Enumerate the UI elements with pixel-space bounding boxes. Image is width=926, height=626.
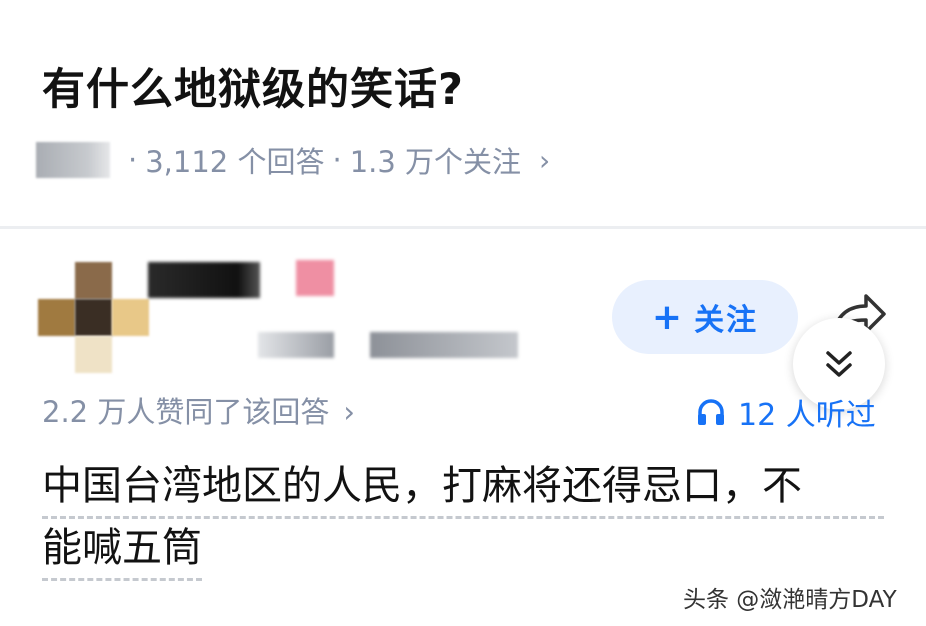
avatar-pixel xyxy=(75,336,112,373)
watermark: 头条 @潋滟晴方DAY xyxy=(683,587,897,613)
blurred-topic xyxy=(36,142,110,178)
avatar-pixel xyxy=(112,299,149,336)
chevron-right-icon: › xyxy=(539,143,551,177)
avatar-pixel xyxy=(75,262,112,299)
avatar-pixel xyxy=(38,299,75,336)
author-badge-blurred xyxy=(296,260,334,296)
section-divider xyxy=(0,226,926,229)
headphones-icon xyxy=(698,399,724,425)
question-title[interactable]: 有什么地狱级的笑话? xyxy=(42,60,464,120)
answer-body-line[interactable]: 能喊五筒 xyxy=(42,520,202,581)
listen-count: 12 人听过 xyxy=(738,398,876,433)
author-name-blurred[interactable] xyxy=(148,262,260,298)
chevron-right-icon: › xyxy=(343,395,355,429)
answer-count: 3,112 个回答 xyxy=(145,145,325,179)
avatar-pixel xyxy=(75,299,112,336)
separator-dot: · xyxy=(332,143,342,177)
double-chevron-down-icon xyxy=(826,351,852,377)
author-bio-blurred xyxy=(370,332,518,358)
vote-summary[interactable]: 2.2 万人赞同了该回答 › xyxy=(42,390,355,434)
question-meta[interactable]: · 3,112 个回答 · 1.3 万个关注 › xyxy=(36,138,550,182)
plus-icon: + xyxy=(651,296,685,338)
answer-body-line[interactable]: 中国台湾地区的人民，打麻将还得忌口，不 xyxy=(42,458,884,519)
follow-button[interactable]: + 关注 xyxy=(612,280,798,354)
listen-button[interactable]: 12 人听过 xyxy=(696,390,876,434)
follower-count: 1.3 万个关注 xyxy=(349,145,522,179)
vote-summary-text: 2.2 万人赞同了该回答 xyxy=(42,395,330,429)
separator-dot: · xyxy=(128,143,138,177)
follow-button-label: 关注 xyxy=(694,303,759,338)
avatar[interactable] xyxy=(38,262,150,374)
author-bio-blurred xyxy=(258,332,334,358)
